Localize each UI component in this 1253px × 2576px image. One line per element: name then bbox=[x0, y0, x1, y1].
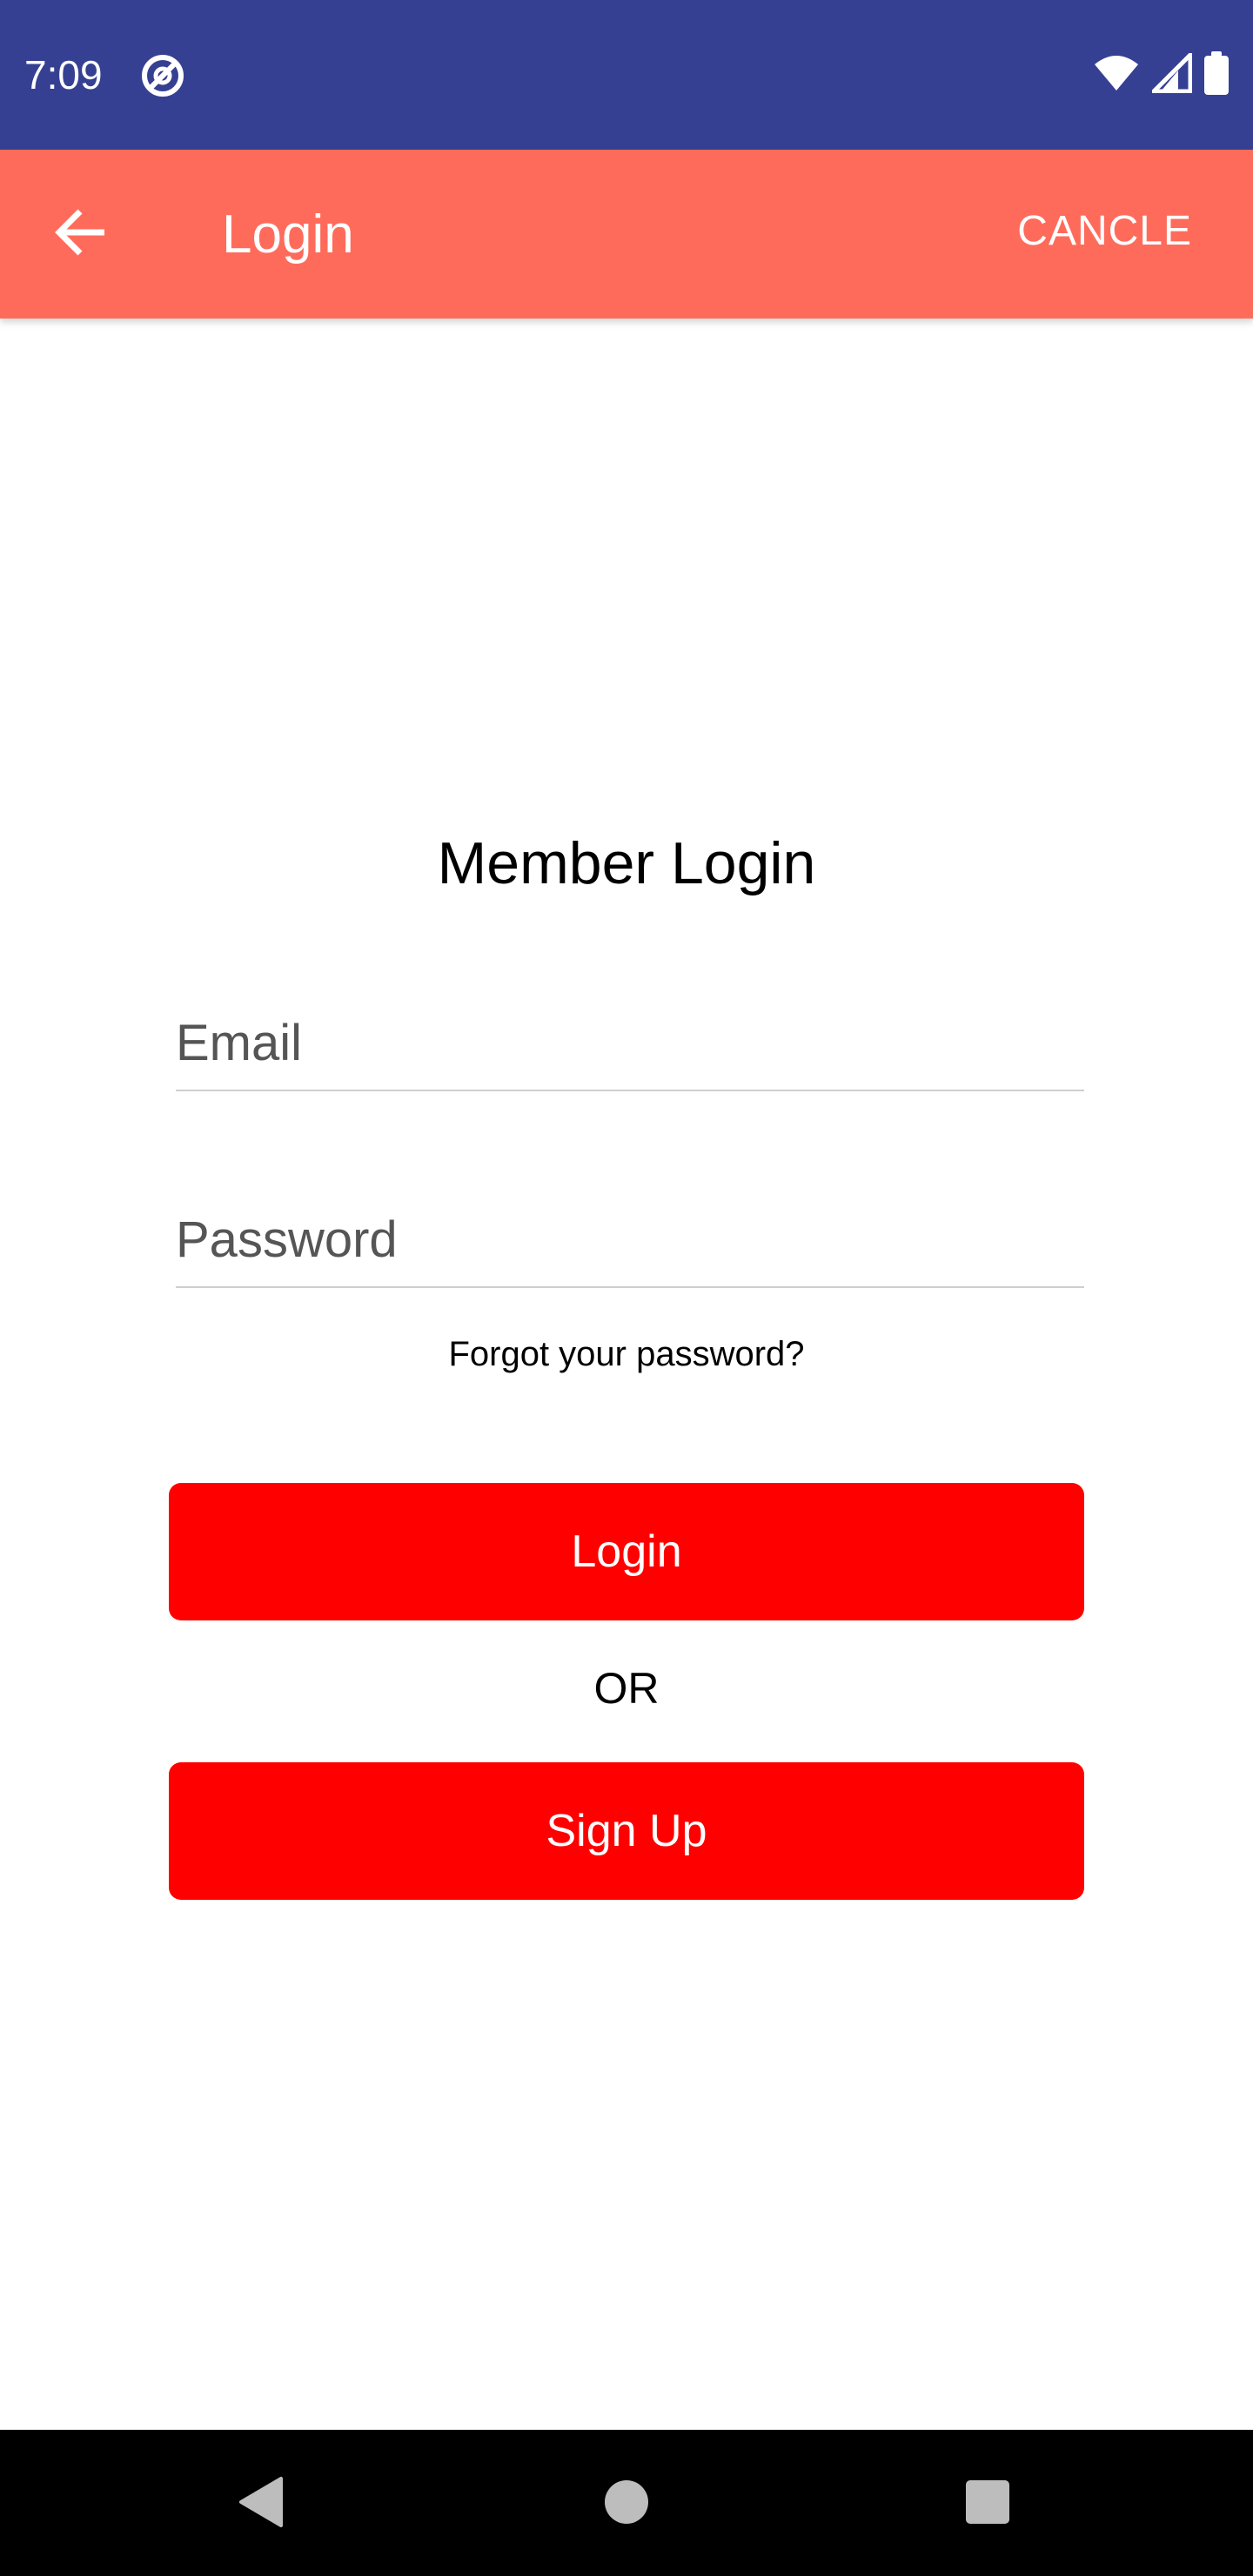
arrow-left-icon bbox=[54, 208, 106, 261]
forgot-password-link[interactable]: Forgot your password? bbox=[0, 1332, 1253, 1377]
status-icons bbox=[1093, 49, 1229, 99]
nav-recents-button[interactable] bbox=[948, 2465, 1027, 2543]
email-input[interactable] bbox=[176, 1008, 1084, 1077]
nav-back-button[interactable] bbox=[223, 2465, 301, 2543]
home-circle-icon bbox=[602, 2478, 651, 2531]
login-button-label: Login bbox=[571, 1526, 682, 1577]
sign-up-button-label: Sign Up bbox=[546, 1806, 707, 1856]
cancel-button[interactable]: CANCLE bbox=[1017, 204, 1192, 259]
cell-signal-icon bbox=[1148, 49, 1193, 97]
page-title: Login bbox=[222, 205, 354, 265]
password-field bbox=[176, 1199, 1084, 1288]
battery-icon bbox=[1204, 50, 1229, 99]
status-bar: 7:09 bbox=[0, 0, 1253, 150]
back-triangle-icon bbox=[236, 2475, 288, 2533]
recents-square-icon bbox=[964, 2479, 1011, 2530]
nav-home-button[interactable] bbox=[587, 2465, 666, 2543]
wifi-icon bbox=[1093, 54, 1140, 97]
email-field bbox=[176, 1003, 1084, 1091]
sign-up-button[interactable]: Sign Up bbox=[169, 1762, 1084, 1900]
or-divider-text: OR bbox=[593, 1664, 660, 1713]
login-button[interactable]: Login bbox=[169, 1483, 1084, 1620]
system-nav-bar bbox=[0, 2430, 1253, 2576]
member-login-heading: Member Login bbox=[437, 830, 816, 896]
app-bar: Login CANCLE bbox=[0, 150, 1253, 319]
password-input[interactable] bbox=[176, 1204, 1084, 1274]
status-time: 7:09 bbox=[24, 52, 103, 97]
back-button[interactable] bbox=[44, 198, 117, 271]
app-notification-icon bbox=[139, 52, 186, 99]
